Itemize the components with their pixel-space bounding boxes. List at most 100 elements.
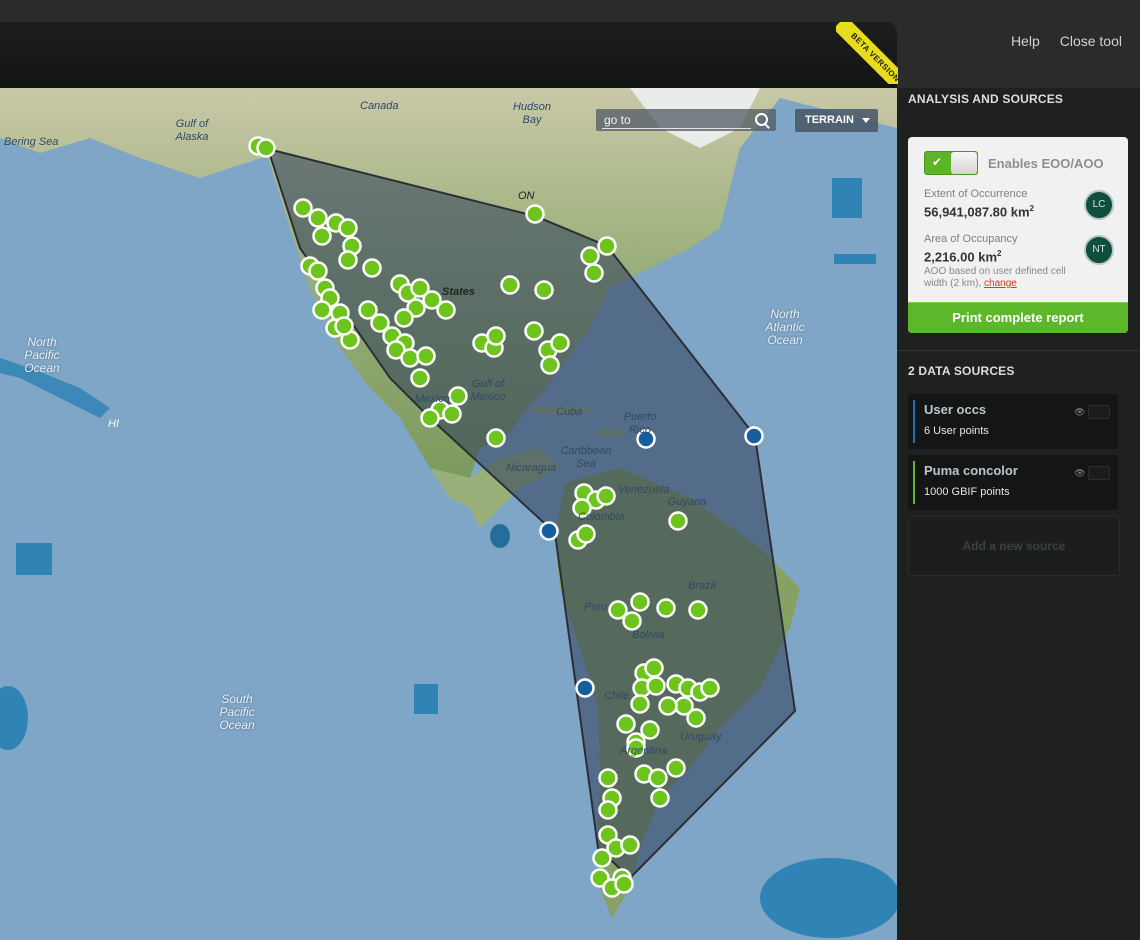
gbif-point-marker[interactable] bbox=[540, 355, 560, 375]
gbif-point-marker[interactable] bbox=[338, 218, 358, 238]
gbif-point-marker[interactable] bbox=[597, 236, 617, 256]
gbif-point-marker[interactable] bbox=[338, 250, 358, 270]
gbif-point-marker[interactable] bbox=[646, 676, 666, 696]
gbif-point-marker[interactable] bbox=[358, 300, 378, 320]
label-peru: Peru bbox=[584, 601, 608, 613]
label-north-atlantic: North Atlantic Ocean bbox=[765, 307, 805, 347]
eoo-label: Extent of Occurrence bbox=[924, 188, 1028, 200]
gbif-point-marker[interactable] bbox=[293, 198, 313, 218]
aoo-status-badge: NT bbox=[1084, 235, 1114, 265]
label-nicaragua: Nicaragua bbox=[506, 462, 557, 474]
gbif-point-marker[interactable] bbox=[598, 800, 618, 820]
gbif-point-marker[interactable] bbox=[666, 758, 686, 778]
eoo-status-badge: LC bbox=[1084, 190, 1114, 220]
gbif-point-marker[interactable] bbox=[622, 611, 642, 631]
label-states: States bbox=[442, 286, 476, 298]
gbif-point-marker[interactable] bbox=[362, 258, 382, 278]
gbif-point-marker[interactable] bbox=[436, 300, 456, 320]
gbif-point-marker[interactable] bbox=[630, 592, 650, 612]
source-points: 6 User points bbox=[924, 425, 989, 437]
gbif-point-marker[interactable] bbox=[700, 678, 720, 698]
gbif-point-marker[interactable] bbox=[486, 428, 506, 448]
user-point-marker[interactable] bbox=[744, 426, 764, 446]
gbif-point-marker[interactable] bbox=[410, 368, 430, 388]
label-bolivia: Bolivia bbox=[632, 629, 665, 641]
source-name: User occs bbox=[924, 402, 987, 417]
gbif-point-marker[interactable] bbox=[616, 714, 636, 734]
gbif-point-marker[interactable] bbox=[656, 598, 676, 618]
gbif-point-marker[interactable] bbox=[420, 408, 440, 428]
source-item-user-occs[interactable]: User occs 6 User points 👁 bbox=[908, 394, 1118, 449]
gbif-point-marker[interactable] bbox=[308, 261, 328, 281]
gbif-point-marker[interactable] bbox=[648, 768, 668, 788]
gbif-point-marker[interactable] bbox=[580, 246, 600, 266]
beta-ribbon: BETA VERSION bbox=[836, 22, 898, 84]
aoo-change-link[interactable]: change bbox=[984, 278, 1017, 289]
goto-search-input[interactable] bbox=[602, 112, 751, 129]
help-link[interactable]: Help bbox=[1011, 33, 1040, 49]
eoo-toggle[interactable]: ✔ bbox=[924, 151, 978, 175]
label-brazil: Brazil bbox=[688, 580, 716, 592]
gbif-point-marker[interactable] bbox=[576, 524, 596, 544]
gbif-point-marker[interactable] bbox=[334, 316, 354, 336]
gbif-point-marker[interactable] bbox=[256, 138, 276, 158]
gbif-point-marker[interactable] bbox=[620, 835, 640, 855]
gbif-point-marker[interactable] bbox=[448, 386, 468, 406]
gbif-point-marker[interactable] bbox=[596, 486, 616, 506]
gbif-point-marker[interactable] bbox=[525, 204, 545, 224]
gbif-point-marker[interactable] bbox=[674, 696, 694, 716]
gbif-point-marker[interactable] bbox=[550, 333, 570, 353]
gbif-point-marker[interactable] bbox=[442, 404, 462, 424]
analysis-card: ✔ Enables EOO/AOO Extent of Occurrence 5… bbox=[908, 137, 1128, 333]
gbif-point-marker[interactable] bbox=[598, 768, 618, 788]
gbif-point-marker[interactable] bbox=[400, 348, 420, 368]
gbif-point-marker[interactable] bbox=[534, 280, 554, 300]
visibility-toggle[interactable] bbox=[1088, 466, 1110, 480]
close-tool-link[interactable]: Close tool bbox=[1060, 33, 1122, 49]
search-icon[interactable] bbox=[755, 113, 768, 126]
user-point-marker[interactable] bbox=[539, 521, 559, 541]
gbif-point-marker[interactable] bbox=[658, 696, 678, 716]
map-canvas[interactable]: Bering Sea Gulf of Alaska Canada Hudson … bbox=[0, 88, 897, 940]
source-color-bar bbox=[913, 400, 915, 443]
gbif-point-marker[interactable] bbox=[668, 511, 688, 531]
source-item-puma[interactable]: Puma concolor 1000 GBIF points 👁 bbox=[908, 455, 1118, 510]
gbif-point-marker[interactable] bbox=[614, 874, 634, 894]
sidebar: ANALYSIS AND SOURCES ✔ Enables EOO/AOO E… bbox=[897, 88, 1140, 940]
aoo-value: 2,216.00 km2 bbox=[924, 249, 1002, 265]
label-colombia: Colombia bbox=[578, 511, 625, 523]
gbif-point-marker[interactable] bbox=[584, 263, 604, 283]
divider bbox=[897, 350, 1140, 351]
gbif-point-marker[interactable] bbox=[650, 788, 670, 808]
add-source-button[interactable]: Add a new source bbox=[908, 516, 1120, 576]
gbif-point-marker[interactable] bbox=[630, 694, 650, 714]
map-layer bbox=[0, 88, 897, 938]
source-color-bar bbox=[913, 461, 915, 504]
gbif-point-marker[interactable] bbox=[312, 300, 332, 320]
label-venezuela: Venezuela bbox=[618, 484, 670, 496]
gbif-point-marker[interactable] bbox=[308, 208, 328, 228]
gbif-point-marker[interactable] bbox=[640, 720, 660, 740]
gbif-point-marker[interactable] bbox=[416, 346, 436, 366]
layer-select[interactable]: TERRAIN bbox=[795, 109, 878, 132]
eye-icon[interactable]: 👁 bbox=[1074, 468, 1085, 479]
gbif-point-marker[interactable] bbox=[592, 848, 612, 868]
gbif-point-marker[interactable] bbox=[688, 600, 708, 620]
print-report-button[interactable]: Print complete report bbox=[908, 302, 1128, 333]
label-argentina: Argentina bbox=[620, 745, 668, 757]
gbif-point-marker[interactable] bbox=[500, 275, 520, 295]
aoo-note: AOO based on user defined cell width (2 … bbox=[924, 266, 1066, 289]
gbif-point-marker[interactable] bbox=[486, 326, 506, 346]
gbif-point-marker[interactable] bbox=[644, 658, 664, 678]
map-header-bar bbox=[0, 22, 897, 88]
label-canada: Canada bbox=[360, 100, 399, 112]
visibility-toggle[interactable] bbox=[1088, 405, 1110, 419]
gbif-point-marker[interactable] bbox=[312, 226, 332, 246]
label-puerto-rico: Puerto Rico bbox=[623, 411, 657, 436]
label-gulf-mexico: Gulf of Mexico bbox=[470, 378, 506, 403]
gbif-point-marker[interactable] bbox=[394, 308, 414, 328]
eye-icon[interactable]: 👁 bbox=[1074, 407, 1085, 418]
gbif-point-marker[interactable] bbox=[524, 321, 544, 341]
user-point-marker[interactable] bbox=[575, 678, 595, 698]
label-south-pacific: South Pacific Ocean bbox=[219, 692, 255, 732]
